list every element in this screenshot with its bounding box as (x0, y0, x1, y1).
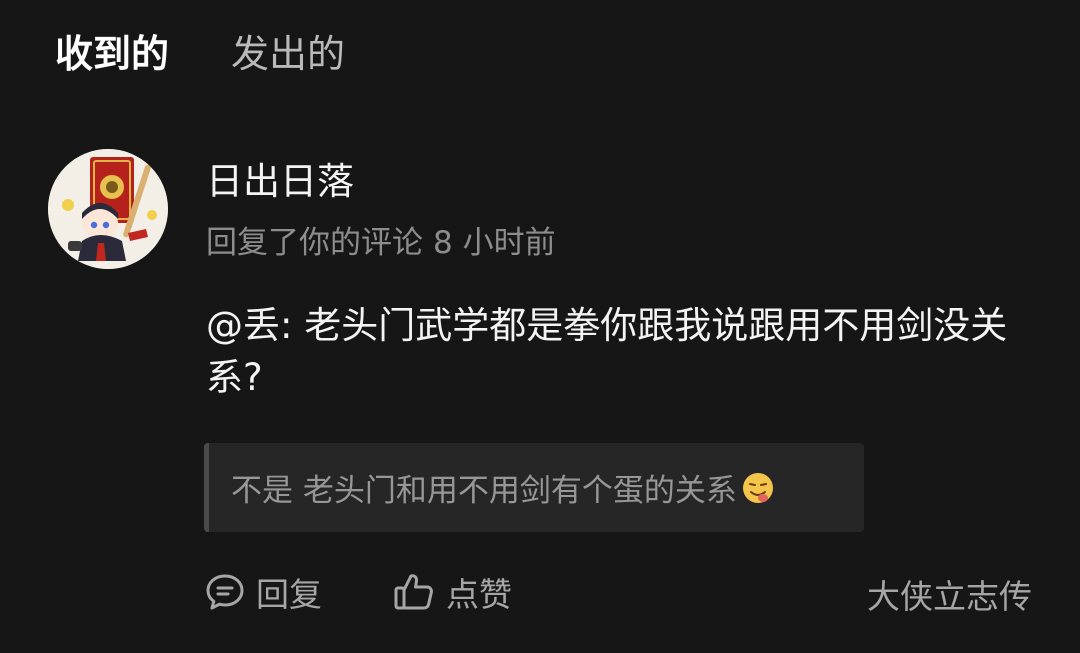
quoted-original-comment[interactable]: 不是 老头门和用不用剑有个蛋的关系 (204, 443, 864, 532)
tab-sent[interactable]: 发出的 (231, 28, 345, 80)
like-label: 点赞 (446, 575, 512, 614)
quoted-text: 不是 老头门和用不用剑有个蛋的关系 (231, 473, 737, 509)
tab-received[interactable]: 收到的 (55, 28, 170, 83)
reply-comment-text[interactable]: @丢: 老头门武学都是拳你跟我说跟用不用剑没关系? (206, 300, 1036, 404)
action-bar: 回复 点赞 大侠立志传 (204, 568, 1034, 620)
like-button[interactable]: 点赞 (392, 568, 512, 616)
username[interactable]: 日出日落 (206, 158, 354, 206)
tab-bar: 收到的 发出的 (55, 28, 345, 83)
notifications-page: 收到的 发出的 日出日落 回复了你的评论 8 小时前 @丢: 老头门武学都是拳你… (0, 0, 1080, 653)
reply-label: 回复 (256, 575, 322, 614)
thumbs-up-icon (394, 574, 433, 610)
notification-meta: 回复了你的评论 8 小时前 (206, 222, 556, 264)
avatar-illustration (48, 149, 168, 269)
smug-face-emoji-icon (742, 472, 773, 503)
reply-button[interactable]: 回复 (204, 568, 322, 616)
source-title-link[interactable]: 大侠立志传 (867, 570, 1032, 618)
avatar[interactable] (48, 149, 168, 269)
timestamp: 8 小时前 (433, 225, 556, 261)
action-text: 回复了你的评论 (206, 225, 423, 261)
tab-received-label: 收到的 (55, 32, 170, 76)
tab-sent-label: 发出的 (231, 32, 346, 76)
chat-bubble-icon (206, 574, 244, 610)
